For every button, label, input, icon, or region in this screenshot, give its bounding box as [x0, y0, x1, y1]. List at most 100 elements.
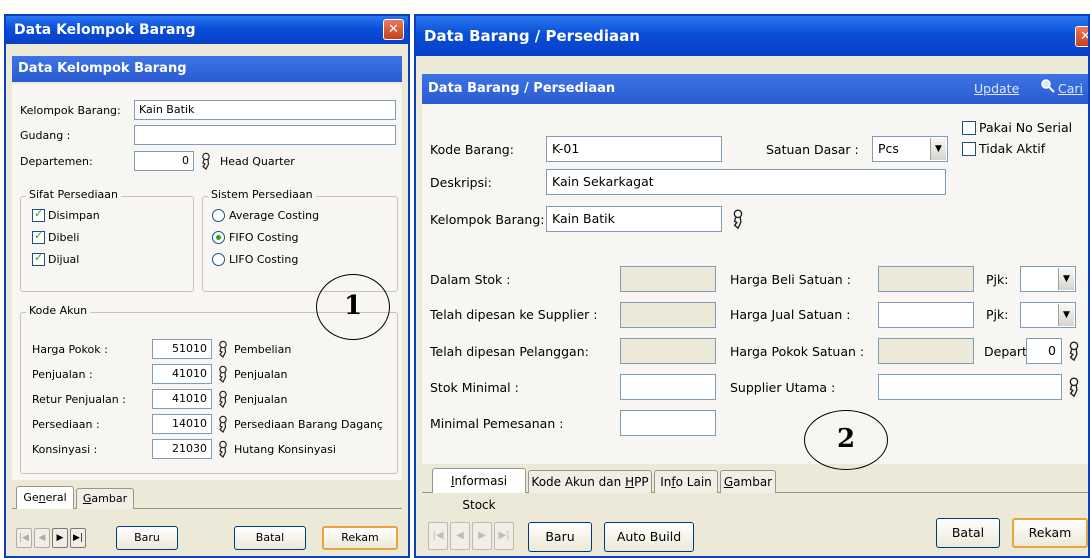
- tab-informasi-stock[interactable]: Informasi Stock: [432, 468, 526, 512]
- kelompok-subheader: Data Kelompok Barang: [12, 56, 402, 82]
- barang-form-panel: Kode Barang: K-01 Satuan Dasar : Pcs ▼ P…: [422, 104, 1088, 470]
- fifo-costing-radio[interactable]: [212, 231, 225, 244]
- persediaan-lookup-icon[interactable]: [216, 415, 230, 433]
- pakai-serial-label: Pakai No Serial: [979, 120, 1073, 135]
- dalam-stok-value: [620, 266, 716, 292]
- kelompok-lookup-icon[interactable]: [730, 208, 746, 230]
- deskripsi-input[interactable]: Kain Sekarkagat: [546, 169, 946, 195]
- stok-minimal-input[interactable]: [620, 374, 716, 400]
- depart-lookup-icon[interactable]: [1066, 340, 1082, 362]
- pjk-jual-label: Pjk:: [986, 307, 1009, 322]
- gudang-label: Gudang :: [20, 129, 71, 142]
- kode-barang-input[interactable]: K-01: [546, 136, 722, 162]
- departemen-input[interactable]: 0: [134, 151, 194, 171]
- batal-button[interactable]: Batal: [234, 526, 306, 550]
- lifo-costing-label: LIFO Costing: [229, 253, 299, 266]
- harga-pokok-name: Pembelian: [234, 343, 292, 356]
- lifo-costing-radio[interactable]: [212, 253, 225, 266]
- pjk-beli-select[interactable]: ▼: [1020, 266, 1076, 292]
- rekam-button[interactable]: Rekam: [1012, 518, 1088, 548]
- retur-penjualan-name: Penjualan: [234, 393, 288, 406]
- harga-pokok-code[interactable]: 51010: [152, 339, 212, 359]
- depart-input[interactable]: 0: [1026, 338, 1062, 364]
- retur-penjualan-code[interactable]: 41010: [152, 389, 212, 409]
- supplier-lookup-icon[interactable]: [1066, 376, 1082, 398]
- search-icon[interactable]: [1040, 78, 1056, 94]
- kelompok-form-panel: Kelompok Barang: Kain Batik Gudang : Dep…: [12, 84, 402, 480]
- chevron-down-icon[interactable]: ▼: [1058, 304, 1074, 326]
- cari-link[interactable]: Cari: [1058, 81, 1083, 96]
- rekam-button[interactable]: Rekam: [322, 526, 398, 550]
- sifat-legend: Sifat Persediaan: [26, 188, 121, 201]
- last-record-button[interactable]: ▶|: [494, 522, 514, 550]
- disimpan-label: Disimpan: [48, 209, 100, 222]
- dijual-label: Dijual: [48, 253, 80, 266]
- stok-minimal-label: Stok Minimal :: [430, 380, 519, 395]
- harga-jual-input[interactable]: [878, 302, 974, 328]
- konsinyasi-code[interactable]: 21030: [152, 439, 212, 459]
- supplier-utama-label: Supplier Utama :: [730, 380, 836, 395]
- retur-penjualan-lookup-icon[interactable]: [216, 390, 230, 408]
- konsinyasi-label: Konsinyasi :: [32, 443, 98, 456]
- batal-button[interactable]: Batal: [936, 518, 1000, 548]
- tab-gambar[interactable]: Gambar: [720, 470, 776, 493]
- kelompok-input[interactable]: Kain Batik: [134, 100, 396, 120]
- penjualan-code[interactable]: 41010: [152, 364, 212, 384]
- satuan-dasar-select[interactable]: Pcs ▼: [872, 136, 948, 162]
- baru-button[interactable]: Baru: [116, 526, 178, 550]
- tab-kode-akun-hpp[interactable]: Kode Akun dan HPP: [528, 470, 652, 493]
- first-record-button[interactable]: |◀: [428, 522, 448, 550]
- gudang-input[interactable]: [134, 125, 396, 145]
- departemen-label: Departemen:: [20, 155, 93, 168]
- average-costing-radio[interactable]: [212, 209, 225, 222]
- prev-record-button[interactable]: ◀: [34, 528, 50, 548]
- chevron-down-icon[interactable]: ▼: [1058, 268, 1074, 290]
- sifat-persediaan-group: [20, 196, 194, 292]
- dibeli-label: Dibeli: [48, 231, 80, 244]
- tidak-aktif-checkbox[interactable]: [962, 142, 976, 156]
- dipesan-supplier-label: Telah dipesan ke Supplier :: [430, 307, 598, 322]
- penjualan-name: Penjualan: [234, 368, 288, 381]
- harga-pokok-value: [878, 338, 974, 364]
- harga-pokok-lookup-icon[interactable]: [216, 340, 230, 358]
- tab-general[interactable]: General: [16, 486, 74, 509]
- baru-button[interactable]: Baru: [528, 522, 592, 552]
- dibeli-checkbox[interactable]: [32, 229, 45, 244]
- close-icon[interactable]: ✕: [383, 19, 404, 40]
- persediaan-label: Persediaan :: [32, 418, 100, 431]
- minimal-pemesanan-input[interactable]: [620, 410, 716, 436]
- barang-window-title: Data Barang / Persediaan: [416, 16, 1088, 56]
- harga-pokok-label: Harga Pokok Satuan :: [730, 344, 865, 359]
- satuan-dasar-value: Pcs: [878, 141, 899, 156]
- konsinyasi-name: Hutang Konsinyasi: [234, 443, 336, 456]
- first-record-button[interactable]: |◀: [16, 528, 32, 548]
- prev-record-button[interactable]: ◀: [450, 522, 470, 550]
- harga-beli-label: Harga Beli Satuan :: [730, 272, 851, 287]
- next-record-button[interactable]: ▶: [472, 522, 492, 550]
- supplier-utama-input[interactable]: [878, 374, 1062, 400]
- departemen-lookup-icon[interactable]: [199, 152, 213, 170]
- tab-gambar[interactable]: Gambar: [76, 488, 134, 509]
- persediaan-code[interactable]: 14010: [152, 414, 212, 434]
- dalam-stok-label: Dalam Stok :: [430, 272, 511, 287]
- last-record-button[interactable]: ▶|: [70, 528, 86, 548]
- fifo-costing-label: FIFO Costing: [229, 231, 299, 244]
- penjualan-label: Penjualan :: [32, 368, 93, 381]
- next-record-button[interactable]: ▶: [52, 528, 68, 548]
- pjk-jual-select[interactable]: ▼: [1020, 302, 1076, 328]
- konsinyasi-lookup-icon[interactable]: [216, 440, 230, 458]
- tab-info-lain[interactable]: Info Lain: [654, 470, 718, 493]
- close-icon[interactable]: ✕: [1075, 26, 1088, 47]
- chevron-down-icon[interactable]: ▼: [930, 138, 946, 160]
- kelompok-barang-label: Kelompok Barang:: [430, 212, 545, 227]
- kelompok-barang-input[interactable]: Kain Batik: [546, 206, 722, 232]
- penjualan-lookup-icon[interactable]: [216, 365, 230, 383]
- pakai-serial-checkbox[interactable]: [962, 121, 976, 135]
- disimpan-checkbox[interactable]: [32, 207, 45, 222]
- auto-build-button[interactable]: Auto Build: [604, 522, 694, 552]
- dipesan-pelanggan-value: [620, 338, 716, 364]
- deskripsi-label: Deskripsi:: [430, 175, 492, 190]
- update-link[interactable]: Update: [974, 81, 1019, 96]
- persediaan-name: Persediaan Barang Daganç: [234, 418, 383, 431]
- dijual-checkbox[interactable]: [32, 251, 45, 266]
